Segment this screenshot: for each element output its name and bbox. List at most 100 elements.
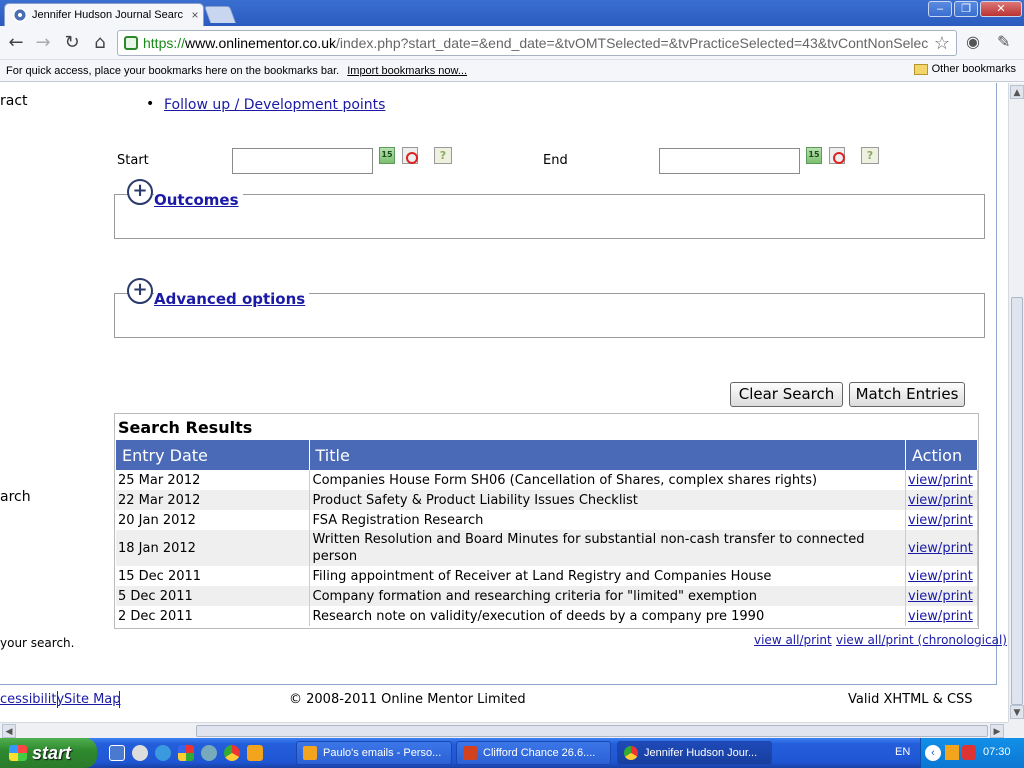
- sitemap-link[interactable]: Site Map: [64, 692, 121, 707]
- tray-expand-icon[interactable]: ‹: [925, 745, 941, 761]
- end-help-icon[interactable]: ?: [861, 147, 879, 164]
- lock-icon: [124, 36, 138, 50]
- close-window-button[interactable]: ✕: [980, 1, 1022, 17]
- row-date: 5 Dec 2011: [116, 586, 310, 606]
- scrollbar-corner: [1008, 722, 1024, 738]
- start-clear-icon[interactable]: [402, 147, 418, 164]
- row-date: 2 Dec 2011: [116, 606, 310, 626]
- import-bookmarks-link[interactable]: Import bookmarks now...: [347, 65, 467, 77]
- scroll-right-icon[interactable]: ▶: [990, 724, 1004, 738]
- clock[interactable]: 07:30: [983, 746, 1011, 758]
- row-title: Written Resolution and Board Minutes for…: [309, 530, 906, 566]
- copyright-text: © 2008-2011 Online Mentor Limited: [289, 692, 526, 707]
- tab-title: Jennifer Hudson Journal Searc: [32, 9, 184, 21]
- table-row: 2 Dec 2011 Research note on validity/exe…: [116, 606, 978, 626]
- taskbar-item-label: Paulo's emails - Perso...: [323, 747, 442, 759]
- forward-arrow-icon[interactable]: →: [32, 32, 54, 54]
- start-calendar-icon[interactable]: 15: [379, 147, 395, 164]
- table-row: 22 Mar 2012 Product Safety & Product Lia…: [116, 490, 978, 510]
- horizontal-scroll-thumb[interactable]: [196, 725, 988, 737]
- reload-icon[interactable]: ↻: [61, 32, 83, 54]
- view-print-link[interactable]: view/print: [908, 541, 973, 556]
- vertical-scroll-thumb[interactable]: [1011, 297, 1023, 705]
- view-print-link[interactable]: view/print: [908, 473, 973, 488]
- start-date-input[interactable]: [232, 148, 373, 174]
- row-date: 15 Dec 2011: [116, 566, 310, 586]
- results-table: Entry Date Title Action 25 Mar 2012 Comp…: [116, 440, 978, 626]
- sidebar-fragment-bottom: your search.: [0, 636, 75, 650]
- outlook-icon[interactable]: [247, 745, 263, 761]
- col-action: Action: [905, 440, 978, 470]
- view-print-link[interactable]: view/print: [908, 569, 973, 584]
- view-all-print-link[interactable]: view all/print: [754, 633, 832, 647]
- start-help-icon[interactable]: ?: [434, 147, 452, 164]
- scroll-left-icon[interactable]: ◀: [2, 724, 16, 738]
- outcomes-expand-icon[interactable]: +: [127, 179, 153, 205]
- internet-explorer-icon[interactable]: [155, 745, 171, 761]
- taskbar-item-jennifer-hudson[interactable]: Jennifer Hudson Jour...: [617, 741, 772, 765]
- taskbar-item-emails[interactable]: Paulo's emails - Perso...: [296, 741, 452, 765]
- wrench-menu-icon[interactable]: ✎: [997, 32, 1010, 51]
- tab-close-icon[interactable]: ×: [187, 8, 203, 22]
- bookmarks-bar: For quick access, place your bookmarks h…: [0, 60, 1024, 82]
- show-desktop-icon[interactable]: [109, 745, 125, 761]
- messenger-icon[interactable]: [201, 745, 217, 761]
- view-all-chronological-link[interactable]: view all/print (chronological): [836, 633, 1007, 647]
- scroll-up-icon[interactable]: ▲: [1010, 85, 1024, 99]
- outlook-icon: [303, 746, 317, 760]
- match-entries-button[interactable]: Match Entries: [849, 382, 965, 407]
- page-footer: cessibility Site Map © 2008-2011 Online …: [0, 687, 998, 715]
- language-indicator[interactable]: EN: [895, 746, 910, 758]
- site-favicon-icon: [13, 8, 27, 22]
- advanced-options-link[interactable]: Advanced options: [154, 290, 310, 308]
- followup-list-item: Follow up / Development points: [146, 96, 385, 113]
- home-icon[interactable]: ⌂: [89, 32, 111, 54]
- scroll-down-icon[interactable]: ▼: [1010, 705, 1024, 719]
- sidebar-fragment-top: ract: [0, 93, 28, 109]
- windows-taskbar: start Paulo's emails - Perso... Clifford…: [0, 738, 1024, 768]
- new-tab-button[interactable]: [203, 6, 237, 23]
- powerpoint-icon: [463, 746, 477, 760]
- eye-extension-icon[interactable]: ◉: [966, 32, 980, 51]
- minimize-button[interactable]: –: [928, 1, 952, 17]
- table-row: 15 Dec 2011 Filing appointment of Receiv…: [116, 566, 978, 586]
- tray-outlook-icon[interactable]: [945, 745, 959, 760]
- start-label: start: [32, 743, 72, 763]
- picasa-icon[interactable]: [178, 745, 194, 761]
- table-row: 18 Jan 2012 Written Resolution and Board…: [116, 530, 978, 566]
- bookmark-star-icon[interactable]: ☆: [934, 33, 950, 54]
- end-clear-icon[interactable]: [829, 147, 845, 164]
- chrome-icon[interactable]: [224, 745, 240, 761]
- tray-security-icon[interactable]: [962, 745, 976, 760]
- outcomes-link[interactable]: Outcomes: [154, 191, 243, 209]
- view-print-link[interactable]: view/print: [908, 493, 973, 508]
- start-button[interactable]: start: [0, 738, 97, 768]
- media-player-icon[interactable]: [132, 745, 148, 761]
- windows-flag-icon: [9, 745, 27, 761]
- outcomes-fieldset: [114, 194, 985, 239]
- page-viewport: ract arch your search. Follow up / Devel…: [0, 83, 1008, 722]
- advanced-expand-icon[interactable]: +: [127, 278, 153, 304]
- other-bookmarks-label: Other bookmarks: [931, 63, 1016, 75]
- view-print-link[interactable]: view/print: [908, 609, 973, 624]
- view-print-link[interactable]: view/print: [908, 513, 973, 528]
- row-title: Research note on validity/execution of d…: [309, 606, 906, 626]
- vertical-scrollbar[interactable]: ▲ ▼: [1008, 83, 1024, 722]
- horizontal-scrollbar[interactable]: ◀ ▶: [0, 722, 1008, 738]
- taskbar-item-clifford-chance[interactable]: Clifford Chance 26.6....: [456, 741, 611, 765]
- results-heading: Search Results: [118, 418, 253, 437]
- address-bar[interactable]: https://www.onlinementor.co.uk/index.php…: [117, 30, 957, 56]
- valid-xhtml-text: Valid XHTML & CSS: [848, 692, 973, 707]
- end-date-input[interactable]: [659, 148, 800, 174]
- clear-search-button[interactable]: Clear Search: [730, 382, 843, 407]
- row-title: Filing appointment of Receiver at Land R…: [309, 566, 906, 586]
- view-print-link[interactable]: view/print: [908, 589, 973, 604]
- tab-journal-search[interactable]: Jennifer Hudson Journal Searc ×: [4, 3, 204, 26]
- followup-link[interactable]: Follow up / Development points: [164, 97, 385, 113]
- back-arrow-icon[interactable]: ←: [5, 32, 27, 54]
- other-bookmarks-button[interactable]: Other bookmarks: [913, 63, 1016, 75]
- results-header-row: Entry Date Title Action: [116, 440, 978, 470]
- accessibility-link[interactable]: cessibility: [0, 692, 64, 707]
- maximize-button[interactable]: ❐: [954, 1, 978, 17]
- end-calendar-icon[interactable]: 15: [806, 147, 822, 164]
